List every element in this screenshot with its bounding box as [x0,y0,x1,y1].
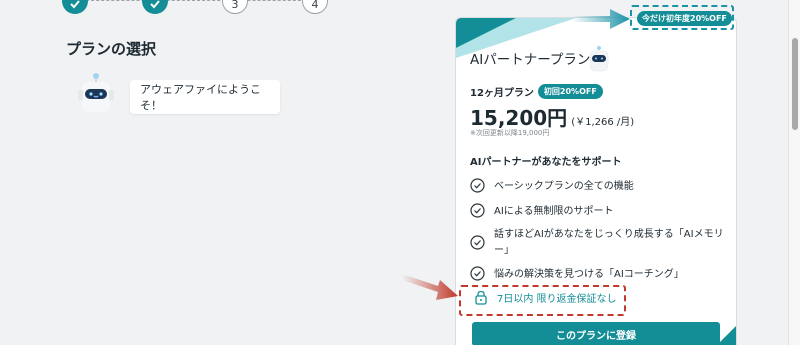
progress-stepper: 3 4 [62,0,332,18]
feature-item: AIによる無制限のサポート [470,203,734,220]
discount-badge: 初回20%OFF [537,84,603,99]
plan-period: 12ヶ月プラン 初回20%OFF [470,84,603,99]
step-4-number: 4 [311,0,319,11]
stepper-line [76,0,316,1]
step-2-completed [142,0,168,14]
feature-text: 悩みの解決策を見つける「AIコーチング」 [494,269,684,280]
check-circle-icon [470,266,485,281]
checkmark-icon [150,0,160,9]
annotation-arrow-blue [572,9,630,29]
step-1-completed [62,0,88,14]
renewal-note: ※次回更新以降19,000円 [470,129,550,137]
feature-item: ベーシックプランの全ての機能 [470,178,734,195]
first-year-discount-badge: 今だけ初年度20%OFF [637,11,732,26]
annotation-arrow-red [402,274,458,300]
scrollbar-thumb[interactable] [792,38,798,130]
robot-mascot-icon [78,73,114,112]
feature-item: 悩みの解決策を見つける「AIコーチング」 [470,266,734,283]
greeting-bubble: アウェアファイにようこそ！ [130,80,280,114]
register-plan-button[interactable]: このプランに登録 [472,322,720,345]
plan-price: 15,200円 (￥1,266 /月) [470,102,634,131]
annotation-highlight-guarantee [459,285,626,316]
feature-text: AIによる無制限のサポート [494,206,614,217]
greeting-text: アウェアファイにようこそ！ [140,83,261,112]
price-per-month: (￥1,266 /月) [571,117,635,128]
feature-item: 話すほどAIがあなたをじっくり成長する「AIメモリー」 [470,227,734,259]
step-3: 3 [222,0,248,14]
check-circle-icon [470,203,485,218]
check-circle-icon [470,178,485,193]
plan-name: AIパートナープラン [470,52,591,68]
page-title: プランの選択 [66,40,157,58]
robot-mascot-icon [589,46,609,72]
feature-text: 話すほどAIがあなたをじっくり成長する「AIメモリー」 [494,229,724,256]
checkmark-icon [70,0,80,9]
support-title: AIパートナーがあなたをサポート [470,157,622,168]
price-value: 15,200円 [470,106,568,130]
step-3-number: 3 [231,0,239,11]
period-label: 12ヶ月プラン [470,88,534,99]
step-4: 4 [302,0,328,14]
page-scrollbar[interactable] [788,0,800,345]
check-circle-icon [470,235,485,250]
feature-text: ベーシックプランの全ての機能 [494,181,634,192]
